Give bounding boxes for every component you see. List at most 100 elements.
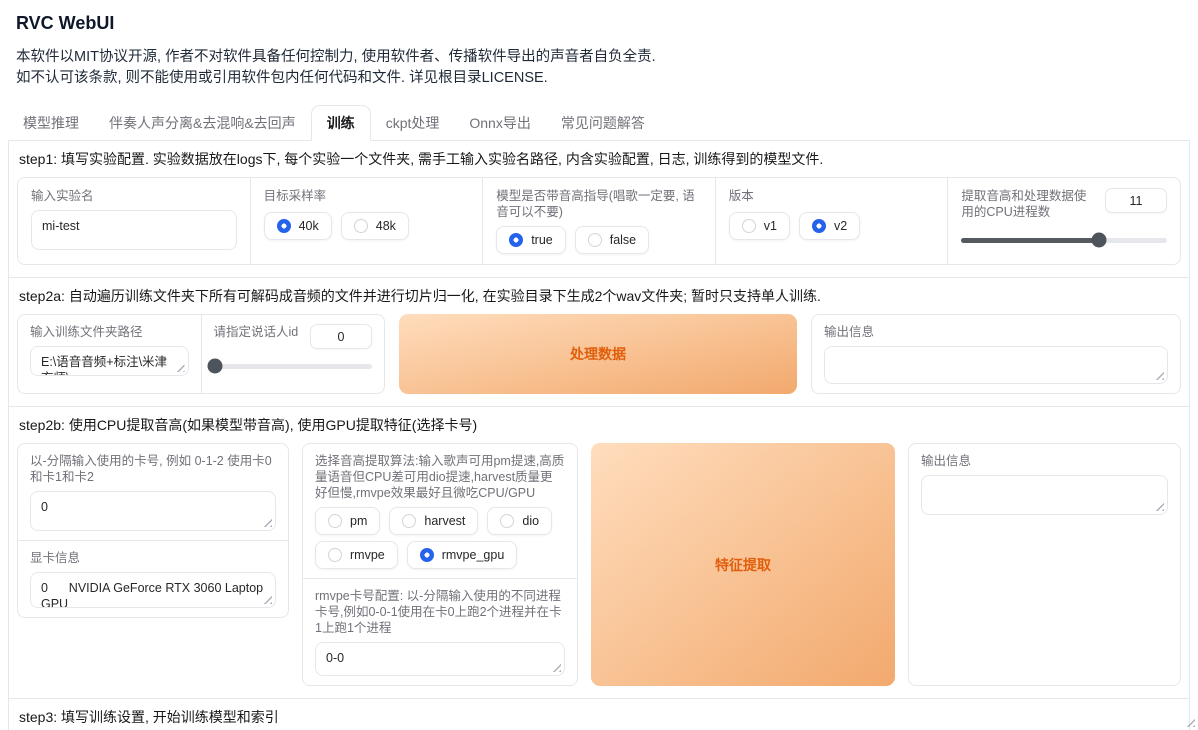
resize-grip[interactable] [1154,501,1164,511]
radio-dot-icon [742,219,756,233]
pitch-guidance-label: 模型是否带音高指导(唱歌一定要, 语音可以不要) [496,188,702,220]
resize-grip[interactable] [262,594,272,604]
radio-label: dio [522,514,539,528]
step2a-inputs: 输入训练文件夹路径 E:\语音音频+标注\米津玄师\src 请指定说话人id 0 [17,314,385,394]
cpu-process-field: 提取音高和处理数据使用的CPU进程数 11 [948,178,1180,264]
trainset-dir-input[interactable]: E:\语音音频+标注\米津玄师\src [30,346,189,376]
step1-section: step1: 填写实验配置. 实验数据放在logs下, 每个实验一个文件夹, 需… [9,141,1189,278]
gpu-ids-label: 以-分隔输入使用的卡号, 例如 0-1-2 使用卡0和卡1和卡2 [30,453,276,485]
f0-method-field: 选择音高提取算法:输入歌声可用pm提速,高质量语音但CPU差可用dio提速,ha… [303,444,577,578]
step1-header: step1: 填写实验配置. 实验数据放在logs下, 每个实验一个文件夹, 需… [19,150,1179,168]
radio-dot-icon [588,233,602,247]
speaker-id-field: 请指定说话人id 0 [201,315,385,393]
rmvpe-card-label: rmvpe卡号配置: 以-分隔输入使用的不同进程卡号,例如0-0-1使用在卡0上… [315,588,565,636]
radio-label: v2 [834,219,847,233]
tab-training[interactable]: 训练 [311,105,371,141]
cpu-process-slider[interactable] [961,232,1167,248]
radio-label: pm [350,514,367,528]
page-title: RVC WebUI [16,12,1198,34]
tab-model-inference[interactable]: 模型推理 [8,106,94,140]
cpu-process-label: 提取音高和处理数据使用的CPU进程数 [961,188,1097,220]
radio-label: rmvpe_gpu [442,548,505,562]
radio-dot-icon [402,514,416,528]
output-info-label: 输出信息 [824,324,1168,340]
gpu-info-display[interactable]: 0 NVIDIA GeForce RTX 3060 Laptop GPU [30,572,276,608]
slider-fill [961,238,1099,243]
resize-grip[interactable] [1154,370,1164,380]
radio-label: v1 [764,219,777,233]
output-info-label: 输出信息 [921,453,1168,469]
tab-ckpt-processing[interactable]: ckpt处理 [371,106,455,140]
f0-method-radio-harvest[interactable]: harvest [389,507,478,535]
speaker-id-input[interactable]: 0 [310,324,372,349]
step3-section: step3: 填写训练设置, 开始训练模型和索引 保存频率 5 save_eve… [9,699,1189,730]
slider-handle[interactable] [208,359,223,374]
tab-onnx-export[interactable]: Onnx导出 [454,106,545,140]
pitch-guidance-field: 模型是否带音高指导(唱歌一定要, 语音可以不要) true false [483,178,716,264]
gpu-info-label: 显卡信息 [30,550,276,566]
slider-handle[interactable] [1092,233,1107,248]
step2b-header: step2b: 使用CPU提取音高(如果模型带音高), 使用GPU提取特征(选择… [19,416,1179,434]
step3-header: step3: 填写训练设置, 开始训练模型和索引 [19,708,1179,726]
version-label: 版本 [729,188,935,204]
version-radio-v2[interactable]: v2 [799,212,860,240]
tab-vocal-separation[interactable]: 伴奏人声分离&去混响&去回声 [94,106,311,140]
radio-label: rmvpe [350,548,385,562]
radio-label: false [610,233,636,247]
step2b-output-textarea[interactable] [921,475,1168,515]
sample-rate-label: 目标采样率 [264,188,470,204]
radio-dot-icon [812,219,826,233]
resize-grip[interactable] [262,517,272,527]
gpu-ids-input[interactable]: 0 [30,491,276,531]
f0-method-radio-dio[interactable]: dio [487,507,552,535]
gpu-card-panel: 以-分隔输入使用的卡号, 例如 0-1-2 使用卡0和卡1和卡2 0 显卡信息 … [17,443,289,618]
radio-dot-icon [420,548,434,562]
step2a-output-panel: 输出信息 [811,314,1181,394]
radio-dot-icon [328,548,342,562]
rmvpe-card-config-input[interactable]: 0-0 [315,642,565,676]
radio-label: 40k [299,219,319,233]
disclaimer-line-1: 本软件以MIT协议开源, 作者不对软件具备任何控制力, 使用软件者、传播软件导出… [16,47,1198,68]
resize-grip[interactable] [551,662,561,672]
step2a-output-textarea[interactable] [824,346,1168,384]
cpu-process-count-input[interactable]: 11 [1105,188,1167,213]
f0-method-label: 选择音高提取算法:输入歌声可用pm提速,高质量语音但CPU差可用dio提速,ha… [315,453,565,501]
tab-faq[interactable]: 常见问题解答 [546,106,660,140]
slider-track[interactable] [961,238,1167,243]
pitch-guidance-radio-false[interactable]: false [575,226,649,254]
step2a-section: step2a: 自动遍历训练文件夹下所有可解码成音频的文件并进行切片归一化, 在… [9,278,1189,407]
version-radio-v1[interactable]: v1 [729,212,790,240]
experiment-name-input[interactable]: mi-test [31,210,237,250]
step2a-header: step2a: 自动遍历训练文件夹下所有可解码成音频的文件并进行切片归一化, 在… [19,287,1179,305]
slider-track[interactable] [214,364,373,369]
process-data-button[interactable]: 处理数据 [399,314,797,394]
rmvpe-card-field: rmvpe卡号配置: 以-分隔输入使用的不同进程卡号,例如0-0-1使用在卡0上… [303,578,577,685]
step2b-section: step2b: 使用CPU提取音高(如果模型带音高), 使用GPU提取特征(选择… [9,407,1189,699]
sample-rate-radio-40k[interactable]: 40k [264,212,332,240]
speaker-id-slider[interactable] [214,358,373,374]
f0-method-radio-rmvpe[interactable]: rmvpe [315,541,398,569]
radio-label: true [531,233,553,247]
trainset-dir-field: 输入训练文件夹路径 E:\语音音频+标注\米津玄师\src [18,315,201,393]
sample-rate-field: 目标采样率 40k 48k [251,178,484,264]
experiment-name-label: 输入实验名 [31,188,237,204]
pitch-guidance-radio-true[interactable]: true [496,226,566,254]
experiment-name-field: 输入实验名 mi-test [18,178,251,264]
gpu-info-field: 显卡信息 0 NVIDIA GeForce RTX 3060 Laptop GP… [18,540,288,617]
step2b-output-panel: 输出信息 [908,443,1181,686]
sample-rate-radio-48k[interactable]: 48k [341,212,409,240]
version-field: 版本 v1 v2 [716,178,949,264]
radio-dot-icon [509,233,523,247]
speaker-id-label: 请指定说话人id [214,324,303,340]
f0-method-radio-rmvpe-gpu[interactable]: rmvpe_gpu [407,541,518,569]
tab-bar: 模型推理 伴奏人声分离&去混响&去回声 训练 ckpt处理 Onnx导出 常见问… [8,105,1190,141]
feature-extract-button[interactable]: 特征提取 [591,443,895,686]
radio-dot-icon [354,219,368,233]
radio-label: 48k [376,219,396,233]
radio-label: harvest [424,514,465,528]
radio-dot-icon [500,514,514,528]
f0-method-panel: 选择音高提取算法:输入歌声可用pm提速,高质量语音但CPU差可用dio提速,ha… [302,443,578,686]
f0-method-radio-pm[interactable]: pm [315,507,380,535]
training-tab-panel: step1: 填写实验配置. 实验数据放在logs下, 每个实验一个文件夹, 需… [8,141,1190,730]
resize-grip[interactable] [175,362,185,372]
